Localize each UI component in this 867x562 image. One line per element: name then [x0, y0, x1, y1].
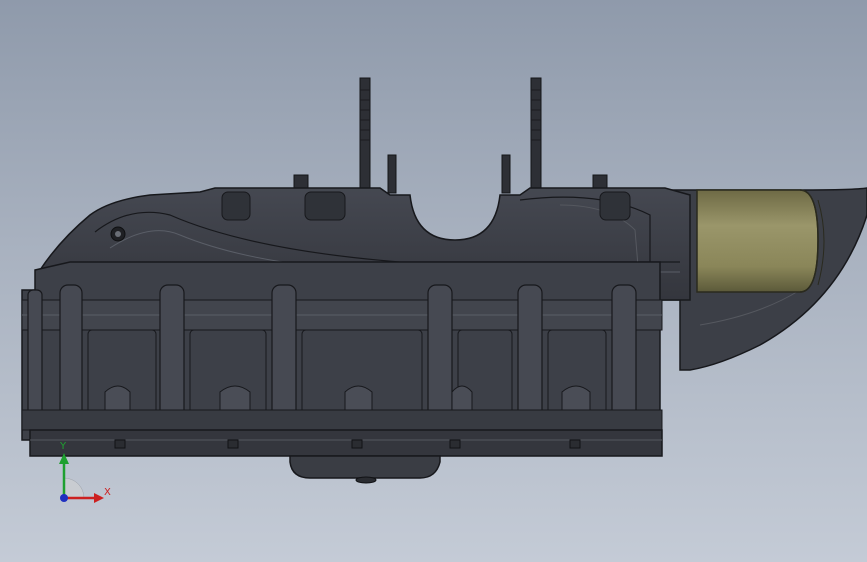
- studs: [293, 77, 608, 197]
- model-view[interactable]: [0, 0, 867, 562]
- end-cylinder[interactable]: [696, 189, 825, 293]
- x-axis-label: X: [104, 487, 111, 498]
- orientation-triad: X Y: [40, 440, 120, 510]
- z-axis-dot: [60, 494, 68, 502]
- oil-pan: [289, 455, 441, 479]
- triad-graphic: [59, 453, 104, 503]
- cad-viewport[interactable]: X Y: [0, 0, 867, 562]
- y-axis-label: Y: [60, 441, 67, 452]
